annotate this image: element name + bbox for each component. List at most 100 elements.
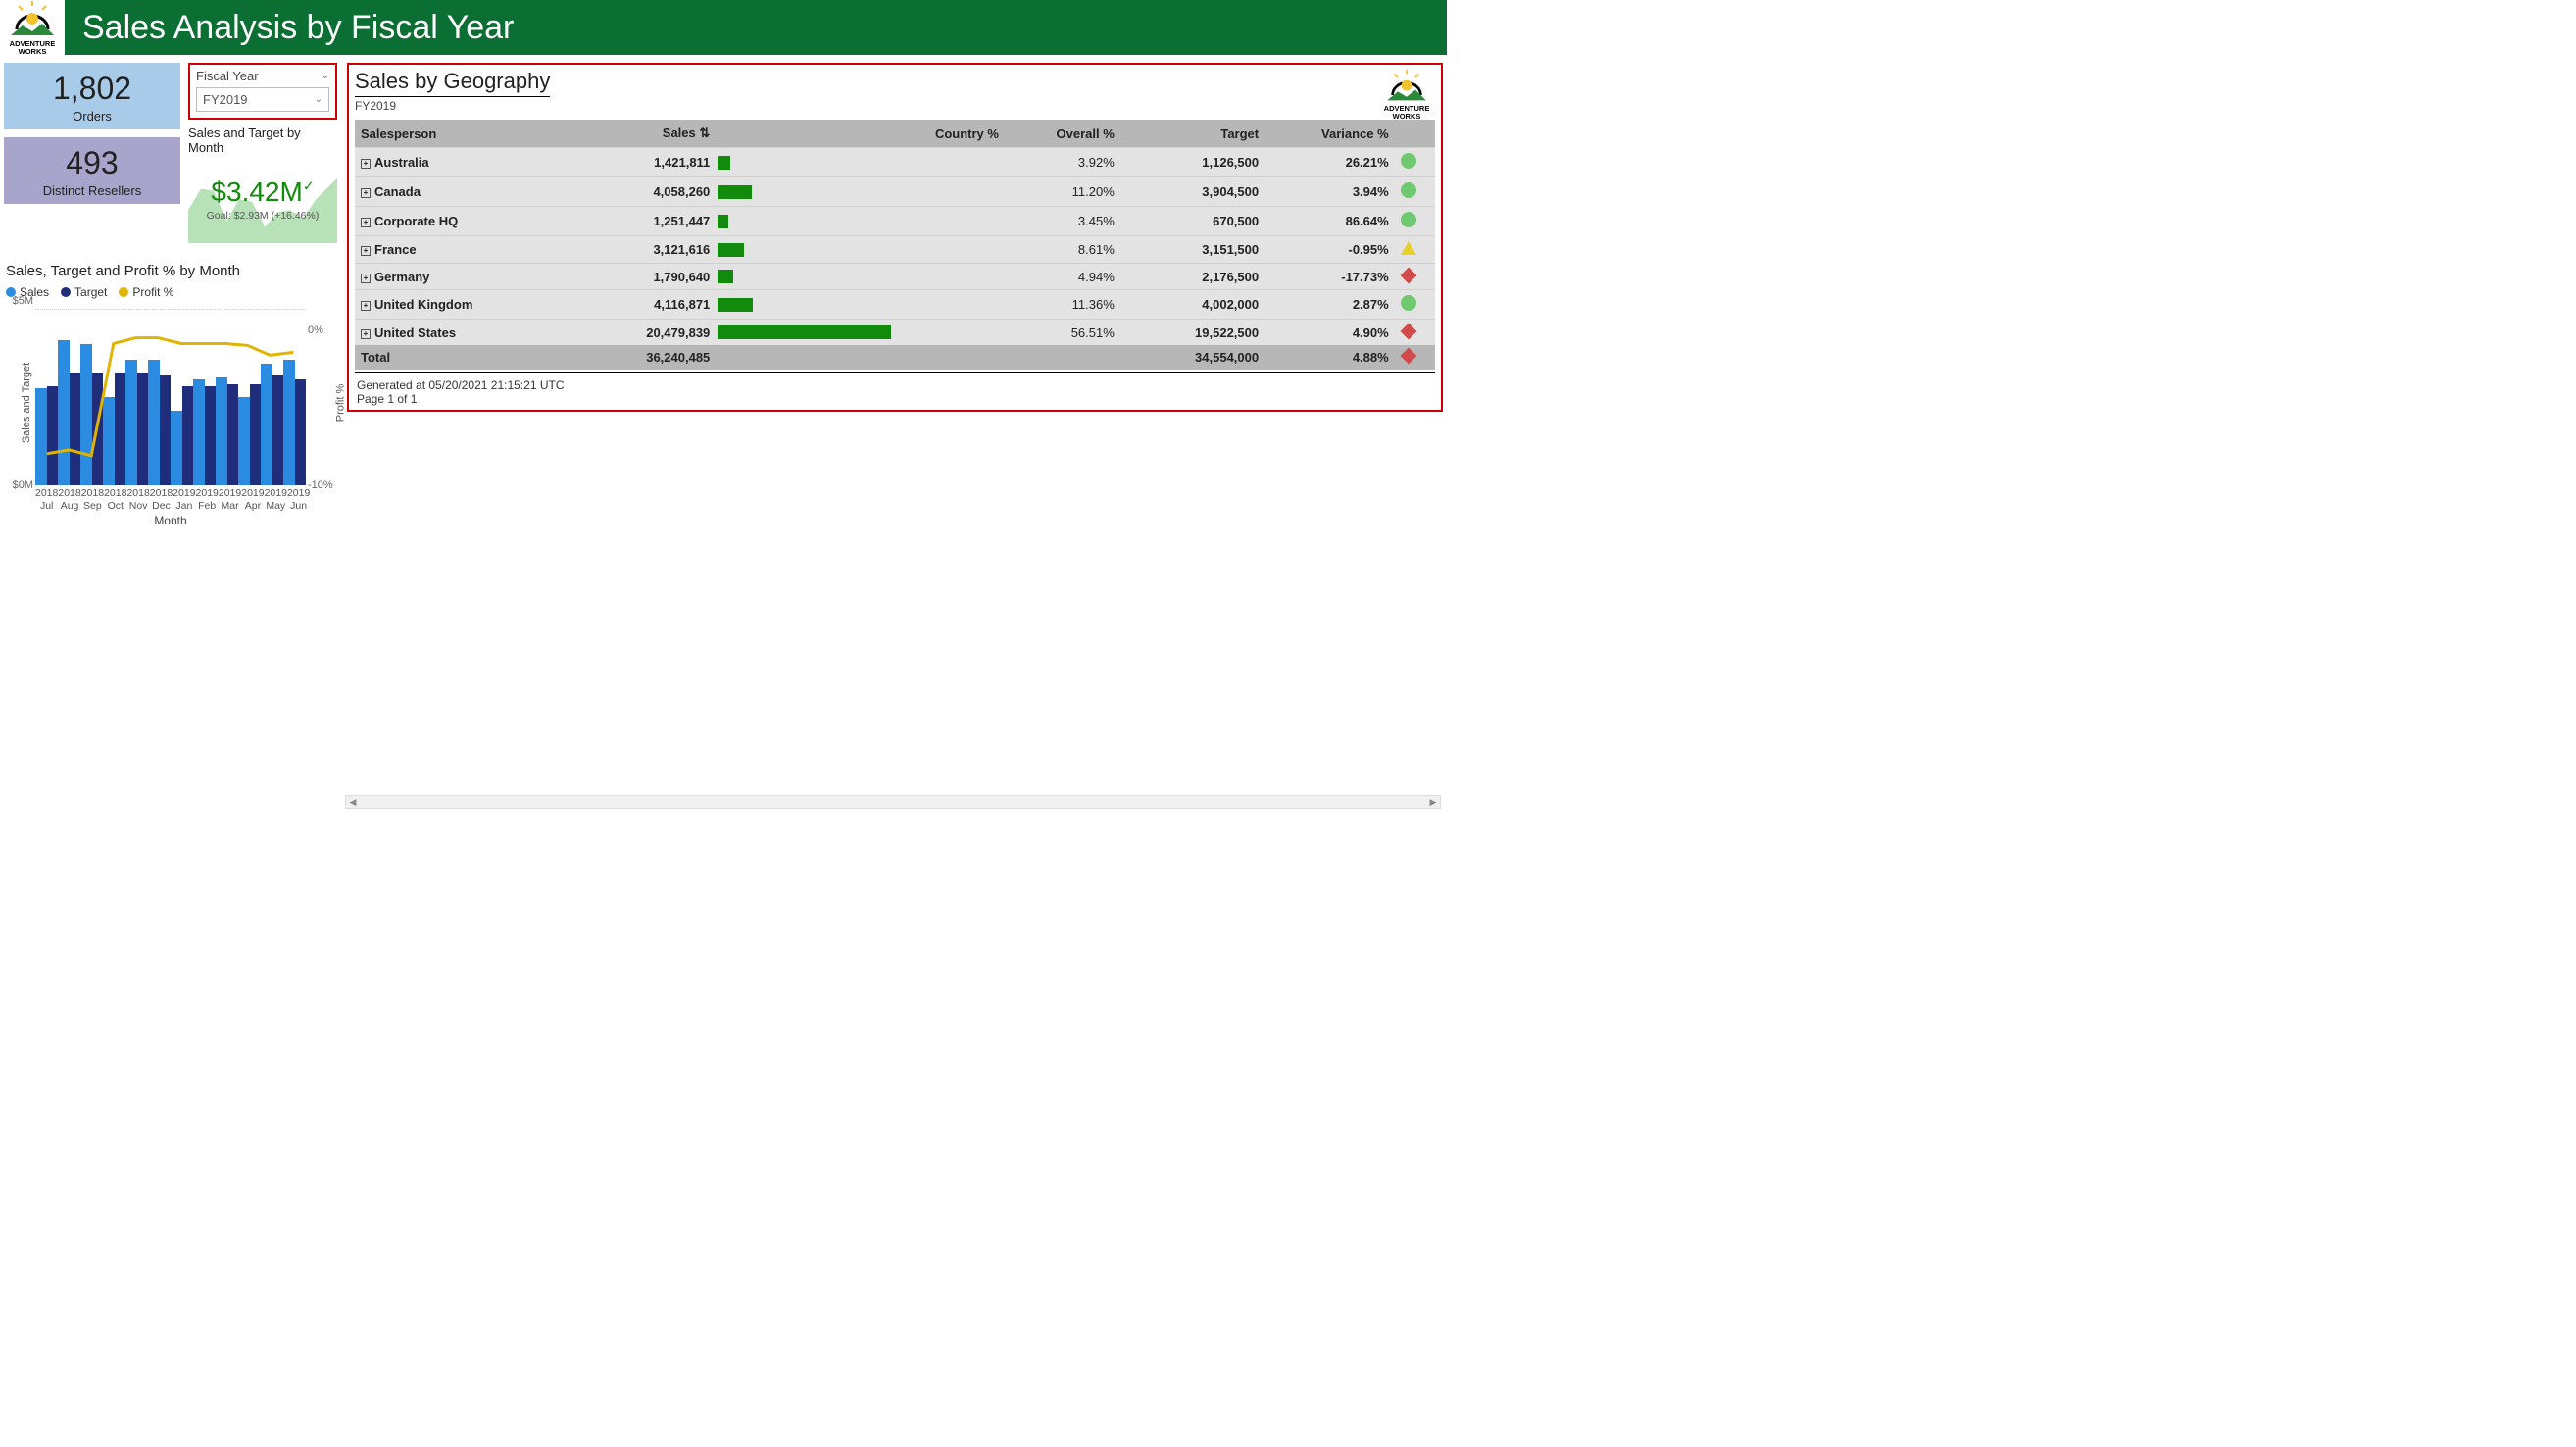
table-row[interactable]: +France3,121,6168.61%3,151,500-0.95% xyxy=(355,236,1435,264)
geo-subtitle: FY2019 xyxy=(355,99,550,113)
kpi-orders-label: Orders xyxy=(8,109,176,124)
profit-line-icon xyxy=(35,309,306,482)
page-indicator: Page 1 of 1 xyxy=(357,392,1433,406)
x-tick: 2019Jun xyxy=(287,487,310,512)
scroll-left-icon[interactable]: ◀ xyxy=(346,797,360,808)
sparkline-title: Sales and Target by Month xyxy=(188,125,337,155)
geo-table[interactable]: Salesperson Sales ⇅ Country % Overall % … xyxy=(355,120,1435,370)
kpi-resellers-label: Distinct Resellers xyxy=(8,183,176,198)
y2-tick-neg10: -10% xyxy=(308,479,333,491)
brand-logo-small: ADVENTUREWORKS xyxy=(1378,69,1435,120)
sales-bar-icon xyxy=(718,325,891,339)
kpi-card-resellers[interactable]: 493 Distinct Resellers xyxy=(4,137,180,204)
chart-legend: Sales Target Profit % xyxy=(6,285,335,299)
y-tick-5m: $5M xyxy=(13,295,33,307)
sparkline-value: $3.42M✓ xyxy=(188,176,337,208)
expand-icon[interactable]: + xyxy=(361,329,371,339)
x-tick: 2018Oct xyxy=(104,487,126,512)
status-ok-icon xyxy=(1401,182,1416,198)
col-target[interactable]: Target xyxy=(1120,120,1264,148)
page-title: Sales Analysis by Fiscal Year xyxy=(65,0,1447,55)
table-row[interactable]: +Canada4,058,26011.20%3,904,5003.94% xyxy=(355,177,1435,207)
geo-footer: Generated at 05/20/2021 21:15:21 UTC Pag… xyxy=(355,372,1435,406)
status-bad-icon xyxy=(1400,348,1416,365)
status-bad-icon xyxy=(1400,267,1416,283)
col-country[interactable]: Country % xyxy=(889,120,1005,148)
col-overall[interactable]: Overall % xyxy=(1005,120,1120,148)
brand-logo: ADVENTUREWORKS xyxy=(0,0,65,55)
sort-icon: ⇅ xyxy=(699,125,710,140)
geography-panel: Sales by Geography FY2019 ADVENTUREWORKS xyxy=(347,63,1443,412)
status-ok-icon xyxy=(1401,212,1416,227)
expand-icon[interactable]: + xyxy=(361,246,371,256)
table-row[interactable]: +Australia1,421,8113.92%1,126,50026.21% xyxy=(355,148,1435,177)
brand-name-2: WORKS xyxy=(19,47,47,56)
x-axis-title: Month xyxy=(35,514,306,527)
sales-bar-icon xyxy=(718,156,729,170)
x-tick: 2018Aug xyxy=(58,487,80,512)
slicer-dropdown[interactable]: FY2019 ⌄ xyxy=(196,87,329,112)
monthly-chart[interactable]: Sales, Target and Profit % by Month Sale… xyxy=(4,263,337,527)
sales-bar-icon xyxy=(718,215,728,228)
col-sales-bar xyxy=(716,120,889,148)
divider xyxy=(355,96,550,97)
status-ok-icon xyxy=(1401,295,1416,311)
status-ok-icon xyxy=(1401,153,1416,169)
x-tick: 2018Nov xyxy=(126,487,149,512)
col-variance[interactable]: Variance % xyxy=(1264,120,1395,148)
expand-icon[interactable]: + xyxy=(361,274,371,283)
status-warning-icon xyxy=(1401,241,1416,255)
col-sales[interactable]: Sales ⇅ xyxy=(571,120,716,148)
sales-bar-icon xyxy=(718,185,752,199)
sparkline-goal: Goal: $2.93M (+16.46%) xyxy=(188,210,337,222)
expand-icon[interactable]: + xyxy=(361,159,371,169)
x-tick: 2019Feb xyxy=(196,487,219,512)
x-tick: 2019Mar xyxy=(219,487,241,512)
table-row[interactable]: +Corporate HQ1,251,4473.45%670,50086.64% xyxy=(355,207,1435,236)
kpi-resellers-value: 493 xyxy=(8,145,176,181)
col-salesperson[interactable]: Salesperson xyxy=(355,120,571,148)
kpi-orders-value: 1,802 xyxy=(8,71,176,107)
table-total-row: Total36,240,48534,554,0004.88% xyxy=(355,345,1435,370)
adventure-works-logo-icon xyxy=(9,0,56,39)
expand-icon[interactable]: + xyxy=(361,188,371,198)
kpi-sales-vs-target[interactable]: Sales and Target by Month $3.42M✓ Goal: … xyxy=(188,125,337,243)
legend-dot-target-icon xyxy=(61,287,71,297)
legend-dot-profit-icon xyxy=(119,287,128,297)
x-tick: 2019Jan xyxy=(173,487,195,512)
expand-icon[interactable]: + xyxy=(361,218,371,227)
legend-profit[interactable]: Profit % xyxy=(132,285,173,299)
adventure-works-logo-icon xyxy=(1385,69,1428,104)
horizontal-scrollbar[interactable]: ◀ ▶ xyxy=(345,795,1441,809)
legend-target[interactable]: Target xyxy=(74,285,107,299)
slicer-selected: FY2019 xyxy=(203,92,248,107)
x-tick: 2019May xyxy=(265,487,287,512)
chart-plot-area: Sales and Target Profit % $5M $0M 0% -10… xyxy=(35,309,306,485)
header: ADVENTUREWORKS Sales Analysis by Fiscal … xyxy=(0,0,1447,55)
scroll-right-icon[interactable]: ▶ xyxy=(1426,797,1440,808)
y-tick-0m: $0M xyxy=(13,479,33,491)
x-tick: 2018Dec xyxy=(150,487,173,512)
status-bad-icon xyxy=(1400,323,1416,339)
sales-bar-icon xyxy=(718,270,732,283)
x-tick: 2018Jul xyxy=(35,487,58,512)
col-indicator xyxy=(1395,120,1435,148)
geo-title: Sales by Geography xyxy=(355,69,550,94)
x-tick: 2019Apr xyxy=(241,487,264,512)
scroll-track[interactable] xyxy=(360,796,1426,808)
slicer-label: Fiscal Year xyxy=(196,69,259,83)
fiscal-year-slicer: Fiscal Year ⌄ FY2019 ⌄ xyxy=(188,63,337,120)
chart-title: Sales, Target and Profit % by Month xyxy=(6,263,335,279)
table-row[interactable]: +United States20,479,83956.51%19,522,500… xyxy=(355,320,1435,346)
x-tick: 2018Sep xyxy=(81,487,104,512)
check-icon: ✓ xyxy=(303,178,315,194)
y2-tick-0: 0% xyxy=(308,324,323,336)
table-row[interactable]: +Germany1,790,6404.94%2,176,500-17.73% xyxy=(355,264,1435,290)
table-row[interactable]: +United Kingdom4,116,87111.36%4,002,0002… xyxy=(355,290,1435,320)
expand-icon[interactable]: + xyxy=(361,301,371,311)
chevron-down-icon[interactable]: ⌄ xyxy=(322,71,329,81)
generated-timestamp: Generated at 05/20/2021 21:15:21 UTC xyxy=(357,378,1433,392)
sales-bar-icon xyxy=(718,243,744,257)
kpi-card-orders[interactable]: 1,802 Orders xyxy=(4,63,180,129)
sales-bar-icon xyxy=(718,298,753,312)
